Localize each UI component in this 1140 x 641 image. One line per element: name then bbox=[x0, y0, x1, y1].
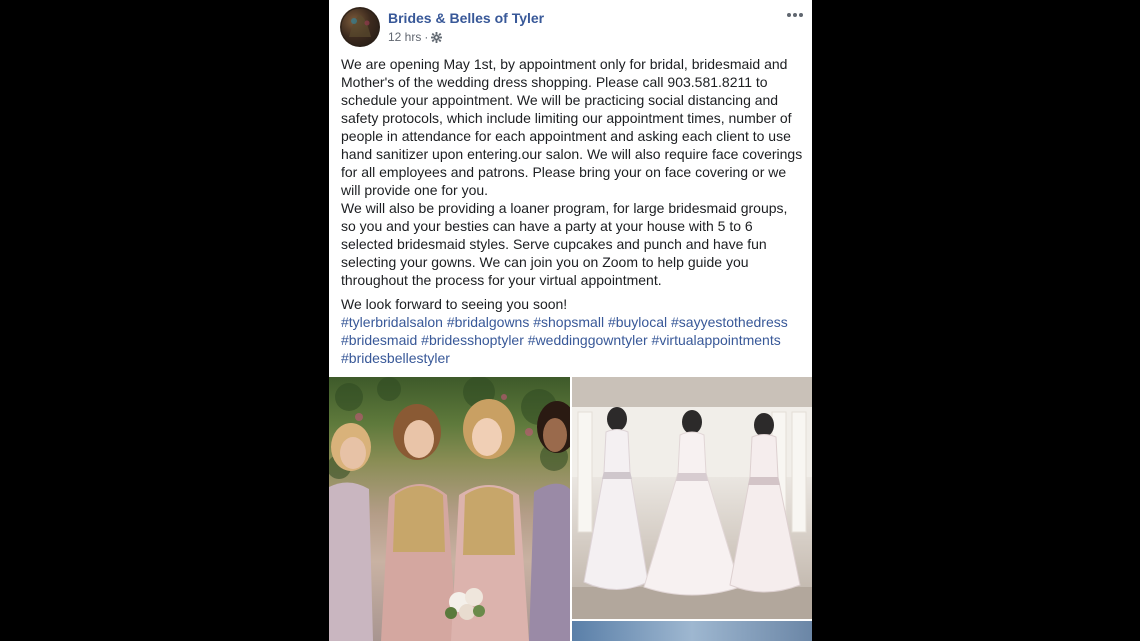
wedding-gowns-photo[interactable] bbox=[572, 377, 812, 619]
hashtag-link[interactable]: #bridalgowns bbox=[447, 314, 530, 330]
hashtag-link[interactable]: #shopsmall bbox=[533, 314, 604, 330]
post-body: We are opening May 1st, by appointment o… bbox=[341, 55, 803, 367]
hashtag-link[interactable]: #virtualappointments bbox=[652, 332, 781, 348]
hashtag-link[interactable]: #bridesbellestyler bbox=[341, 350, 450, 366]
facebook-post: Brides & Belles of Tyler 12 hrs · We are… bbox=[329, 0, 812, 641]
gear-icon[interactable] bbox=[431, 32, 443, 46]
post-paragraph-3: We look forward to seeing you soon! bbox=[341, 296, 568, 312]
additional-photo[interactable] bbox=[572, 621, 812, 641]
post-paragraph-2: We will also be providing a loaner progr… bbox=[341, 200, 788, 288]
bridesmaids-photo[interactable] bbox=[329, 377, 570, 641]
hashtag-list: #tylerbridalsalon #bridalgowns #shopsmal… bbox=[341, 313, 803, 367]
hashtag-link[interactable]: #buylocal bbox=[608, 314, 667, 330]
post-timestamp[interactable]: 12 hrs bbox=[388, 30, 421, 44]
page-avatar[interactable] bbox=[340, 7, 380, 47]
meta-separator: · bbox=[424, 30, 429, 44]
hashtag-link[interactable]: #tylerbridalsalon bbox=[341, 314, 443, 330]
hashtag-link[interactable]: #bridesmaid bbox=[341, 332, 417, 348]
post-paragraph-1: We are opening May 1st, by appointment o… bbox=[341, 56, 803, 198]
post-meta: 12 hrs · bbox=[388, 30, 443, 46]
more-options-icon[interactable] bbox=[784, 6, 806, 24]
page-name-link[interactable]: Brides & Belles of Tyler bbox=[388, 10, 544, 26]
hashtag-link[interactable]: #bridesshoptyler bbox=[421, 332, 524, 348]
hashtag-link[interactable]: #sayyestothedress bbox=[671, 314, 788, 330]
hashtag-link[interactable]: #weddinggowntyler bbox=[528, 332, 648, 348]
